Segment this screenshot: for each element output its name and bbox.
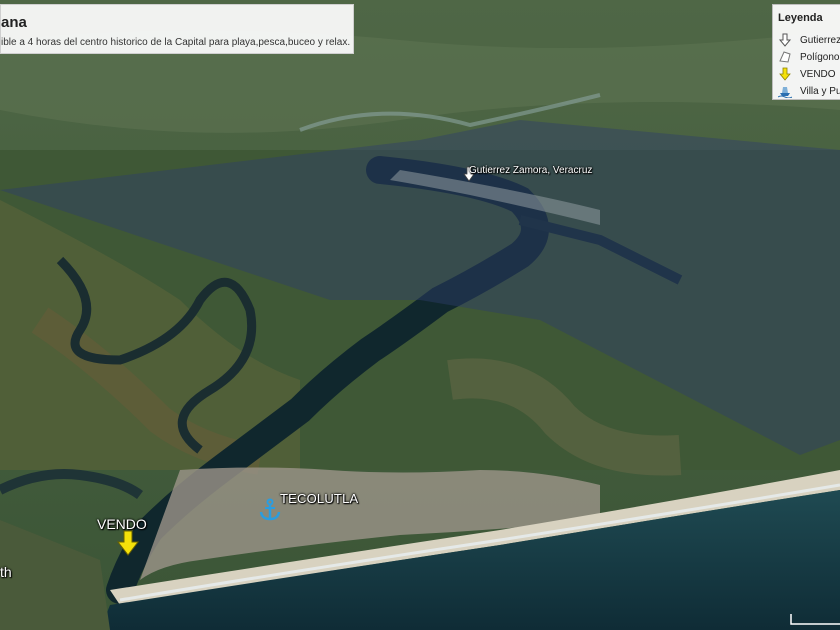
ship-icon [778, 84, 794, 98]
legend-title: Leyenda [778, 12, 823, 24]
legend-item-villa[interactable]: Villa y Pu [778, 83, 840, 99]
yellow-arrow-icon[interactable] [116, 530, 140, 556]
map-viewport[interactable]: ana ible a 4 horas del centro historico … [0, 0, 840, 630]
polygon-icon [778, 50, 794, 64]
legend-item-label: Villa y Pu [800, 85, 840, 97]
panel-description: ible a 4 horas del centro historico de l… [1, 37, 351, 48]
info-panel: ana ible a 4 horas del centro historico … [0, 4, 354, 54]
panel-title: ana [1, 14, 27, 31]
legend-item-poligono[interactable]: Polígono [778, 49, 840, 65]
anchor-icon[interactable] [258, 498, 282, 522]
scale-bar [790, 614, 840, 625]
legend-item-gutierrez[interactable]: Gutierrez [778, 32, 840, 48]
legend-item-label: Gutierrez [800, 34, 840, 46]
legend-panel[interactable]: Leyenda Gutierrez Polígono VENDO Villa y… [772, 4, 840, 100]
place-label-partial[interactable]: th [0, 564, 12, 580]
yellow-arrow-icon [778, 67, 794, 81]
legend-item-label: VENDO [800, 68, 836, 80]
legend-item-label: Polígono [800, 51, 840, 63]
white-arrow-icon [778, 33, 794, 47]
legend-item-vendo[interactable]: VENDO [778, 66, 840, 82]
place-label-gutierrez[interactable]: Gutierrez Zamora, Veracruz [469, 165, 592, 176]
place-label-tecolutla[interactable]: TECOLUTLA [280, 491, 358, 506]
